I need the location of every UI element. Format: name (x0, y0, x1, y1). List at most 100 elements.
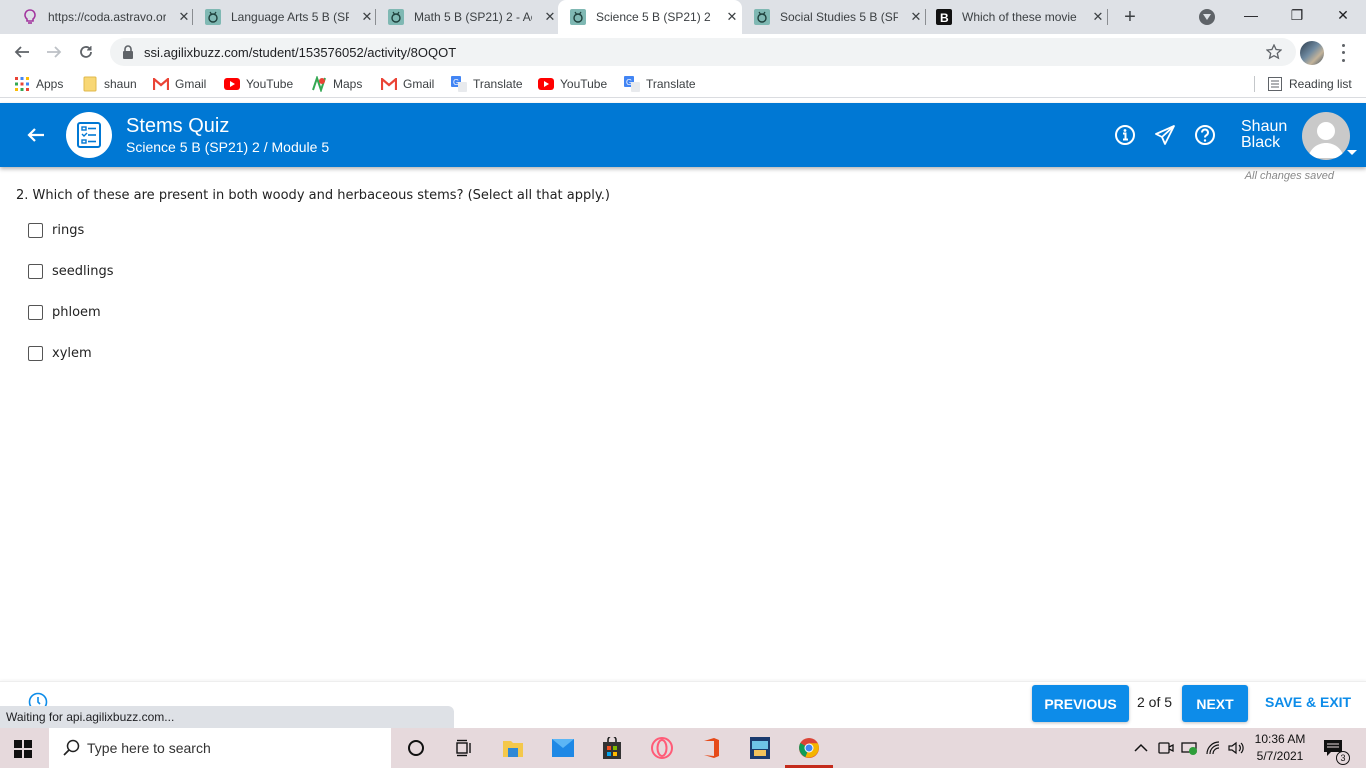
volume-button[interactable] (1227, 738, 1247, 758)
checkbox[interactable] (28, 264, 43, 279)
tab-title: Which of these movie (962, 10, 1077, 24)
bookmark-label: Gmail (403, 77, 435, 91)
bookmark-maps[interactable]: Maps (311, 75, 362, 93)
opera-button[interactable] (650, 736, 674, 760)
buzz-icon (754, 9, 770, 25)
cortana-icon (408, 740, 424, 756)
task-view-button[interactable] (452, 736, 476, 760)
clock-date: 5/7/2021 (1256, 749, 1304, 763)
choice-label: phloem (52, 305, 101, 320)
next-button[interactable]: NEXT (1182, 685, 1248, 722)
page-indicator: 2 of 5 (1137, 694, 1173, 710)
help-button[interactable] (1194, 124, 1216, 146)
bookmark-label: Translate (473, 77, 523, 91)
bookmark-label: shaun (104, 77, 137, 91)
quiz-title: Stems Quiz (126, 115, 230, 137)
send-button[interactable] (1154, 124, 1176, 146)
tab-close-icon[interactable]: ✕ (359, 9, 375, 25)
tab-coda[interactable]: https://coda.astravo.org ✕ (10, 0, 192, 34)
arrow-left-icon (14, 46, 29, 58)
battery-button[interactable] (1180, 738, 1200, 758)
wifi-button[interactable] (1204, 738, 1224, 758)
tab-close-icon[interactable]: ✕ (1090, 9, 1106, 25)
reload-button[interactable] (74, 40, 98, 64)
tab-language-arts[interactable]: Language Arts 5 B (SP21) ✕ (193, 0, 375, 34)
bookmark-label: Apps (36, 77, 64, 91)
game-app-button[interactable] (748, 736, 772, 760)
task-view-icon (456, 739, 471, 757)
office-icon (704, 738, 719, 758)
back-button[interactable] (10, 40, 34, 64)
close-window-button[interactable]: ✕ (1320, 0, 1366, 30)
bookmark-shaun[interactable]: shaun (82, 75, 137, 93)
quiz-header: Stems Quiz Science 5 B (SP21) 2 / Module… (0, 103, 1366, 167)
brainly-icon: B (936, 9, 952, 25)
arrow-right-icon (47, 46, 62, 58)
battery-charging-icon (1181, 742, 1197, 755)
checkbox[interactable] (28, 346, 43, 361)
choice-seedlings[interactable]: seedlings (28, 264, 114, 279)
tab-close-icon[interactable]: ✕ (908, 9, 924, 25)
bookmark-gmail-2[interactable]: Gmail (381, 75, 434, 93)
bookmark-star-icon[interactable] (1265, 43, 1283, 60)
bookmark-label: Gmail (175, 77, 207, 91)
bookmark-translate[interactable]: G Translate (451, 75, 523, 93)
restore-button[interactable]: ❐ (1274, 0, 1320, 30)
user-menu-caret-icon[interactable] (1347, 150, 1357, 155)
browser-tab-strip: https://coda.astravo.org ✕ Language Arts… (0, 0, 1366, 34)
info-button[interactable] (1114, 124, 1136, 146)
office-button[interactable] (699, 736, 723, 760)
tab-science-active[interactable]: Science 5 B (SP21) 2 - ✕ (558, 0, 742, 34)
show-hidden-icons-button[interactable] (1131, 738, 1151, 758)
minimize-button[interactable]: — (1228, 0, 1274, 30)
chevron-up-icon (1134, 743, 1148, 752)
tab-social-studies[interactable]: Social Studies 5 B (SP2 ✕ (742, 0, 924, 34)
bookmark-gmail[interactable]: Gmail (153, 75, 206, 93)
paper-plane-icon (1155, 125, 1175, 145)
divider (1254, 76, 1255, 92)
meet-now-button[interactable] (1156, 738, 1176, 758)
tab-search-button[interactable] (1199, 9, 1215, 25)
browser-menu-button[interactable] (1336, 42, 1350, 64)
tab-close-icon[interactable]: ✕ (176, 9, 192, 25)
store-button[interactable] (600, 736, 624, 760)
checkbox[interactable] (28, 223, 43, 238)
start-button[interactable] (14, 740, 32, 758)
new-tab-button[interactable]: + (1119, 6, 1141, 28)
choice-xylem[interactable]: xylem (28, 346, 92, 361)
chrome-icon (799, 738, 819, 758)
choice-rings[interactable]: rings (28, 223, 84, 238)
save-exit-button[interactable]: SAVE & EXIT (1265, 694, 1351, 710)
previous-button[interactable]: PREVIOUS (1032, 685, 1129, 722)
mail-button[interactable] (551, 736, 575, 760)
tab-math[interactable]: Math 5 B (SP21) 2 - Ac ✕ (376, 0, 558, 34)
chrome-button[interactable] (797, 736, 821, 760)
reading-list-button[interactable]: Reading list (1267, 75, 1352, 93)
profile-avatar-button[interactable] (1300, 41, 1324, 65)
bookmark-translate-2[interactable]: G Translate (624, 75, 696, 93)
cortana-button[interactable] (404, 736, 428, 760)
back-arrow-button[interactable] (24, 123, 48, 147)
tab-brainly[interactable]: B Which of these movie ✕ (924, 0, 1106, 34)
forward-button[interactable] (42, 40, 66, 64)
user-avatar[interactable] (1302, 112, 1350, 160)
bookmarks-bar: Apps shaun Gmail YouTube Maps Gmail G Tr… (0, 70, 1366, 98)
bookmark-apps[interactable]: Apps (14, 75, 63, 93)
file-explorer-button[interactable] (501, 736, 525, 760)
choice-phloem[interactable]: phloem (28, 305, 101, 320)
bookmark-youtube-2[interactable]: YouTube (538, 75, 607, 93)
taskbar-search[interactable]: Type here to search (49, 728, 391, 768)
checklist-icon (77, 122, 101, 148)
tab-close-icon[interactable]: ✕ (542, 9, 558, 25)
tab-title: Social Studies 5 B (SP2 (780, 10, 898, 24)
address-bar[interactable]: ssi.agilixbuzz.com/student/153576052/act… (110, 38, 1296, 66)
tab-close-icon[interactable]: ✕ (724, 9, 740, 25)
bookmark-youtube[interactable]: YouTube (224, 75, 293, 93)
wifi-icon (1206, 741, 1220, 755)
checkbox[interactable] (28, 305, 43, 320)
user-name[interactable]: Shaun Black (1241, 119, 1287, 151)
user-last-name: Black (1241, 134, 1281, 151)
mail-icon (552, 739, 574, 757)
reload-icon (80, 46, 92, 58)
taskbar-clock[interactable]: 10:36 AM 5/7/2021 (1252, 731, 1308, 765)
